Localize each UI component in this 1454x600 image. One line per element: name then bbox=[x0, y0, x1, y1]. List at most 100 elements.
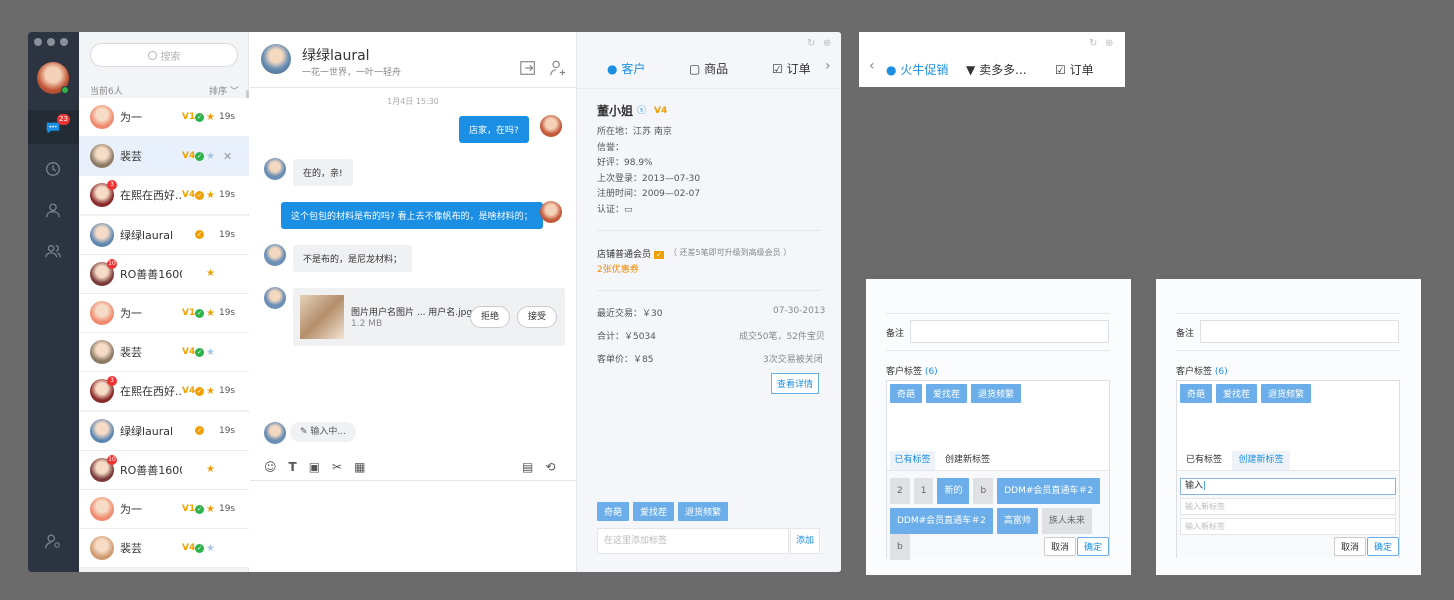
user-avatar[interactable] bbox=[37, 62, 69, 94]
tag-chip[interactable]: 奇葩 bbox=[890, 384, 923, 403]
refresh-icon[interactable]: ↻ bbox=[807, 38, 815, 49]
contact-avatar: 3 bbox=[90, 376, 117, 404]
tag-chip[interactable]: 2 bbox=[890, 478, 910, 504]
note-input[interactable] bbox=[910, 320, 1109, 343]
tag-chip[interactable]: 退货频繁 bbox=[678, 502, 729, 521]
tag-chip[interactable]: 奇葩 bbox=[597, 502, 630, 521]
contact-row[interactable]: 为一 V1 ✓ ★ 19s bbox=[79, 98, 249, 137]
contact-row[interactable]: 为一 V1 ✓ ★ 19s bbox=[79, 490, 249, 529]
window-minimize-dot[interactable] bbox=[47, 38, 55, 46]
tag-chip[interactable]: 爱找茬 bbox=[1216, 384, 1258, 403]
contact-row[interactable]: 裴芸 V4 ✓ ★ ✕ bbox=[79, 137, 249, 177]
contact-row[interactable]: 10 RO善善1600 ★ bbox=[79, 450, 249, 490]
star-icon[interactable]: ★ bbox=[206, 386, 215, 397]
sort-button[interactable]: 排序 ﹀ bbox=[209, 84, 239, 97]
tag-chip[interactable]: 高富帅 bbox=[996, 508, 1038, 534]
note-input[interactable] bbox=[1200, 320, 1399, 343]
contact-row[interactable]: 3 在熙在西好... V4 ✓ ★ 19s bbox=[79, 176, 249, 216]
add-icon[interactable]: ⊕ bbox=[1105, 38, 1113, 49]
star-icon[interactable]: ★ bbox=[206, 308, 215, 319]
tag-chip[interactable]: b bbox=[890, 534, 910, 560]
tag-chip[interactable]: 爱找茬 bbox=[633, 502, 675, 521]
ok-button[interactable]: 确定 bbox=[1077, 537, 1109, 556]
coupons-link[interactable]: 2张优惠券 bbox=[597, 262, 639, 275]
tab-create-tag[interactable]: 创建新标签 bbox=[945, 451, 990, 470]
ok-button[interactable]: 确定 bbox=[1367, 537, 1399, 556]
scissors-icon[interactable]: ✂ bbox=[332, 460, 342, 474]
tab-goods[interactable]: ▢ 商品 bbox=[689, 60, 728, 77]
tab-promo[interactable]: ● 火牛促销 bbox=[886, 61, 948, 78]
user-settings-icon[interactable] bbox=[41, 529, 65, 553]
star-icon[interactable]: ★ bbox=[206, 425, 215, 436]
add-icon[interactable]: ⊕ bbox=[823, 38, 831, 49]
star-icon[interactable]: ★ bbox=[206, 543, 215, 554]
record-icon[interactable]: ▤ bbox=[522, 460, 533, 474]
tag-chip[interactable]: DDM#会员直通车＃2 bbox=[890, 508, 993, 534]
quick-reply-icon[interactable]: ⟲ bbox=[545, 460, 555, 474]
reject-button[interactable]: 拒绝 bbox=[470, 306, 510, 328]
window-maximize-dot[interactable] bbox=[60, 38, 68, 46]
tab-customer[interactable]: ● 客户 bbox=[607, 60, 645, 77]
tag-chip[interactable]: 退货频繁 bbox=[971, 384, 1022, 403]
tag-chip[interactable]: 1 bbox=[913, 478, 934, 504]
contact-row[interactable]: 绿绿laural ✓★19s bbox=[79, 215, 249, 255]
message-input[interactable] bbox=[250, 481, 576, 572]
chat-icon[interactable]: 23 bbox=[41, 114, 70, 140]
transfer-icon[interactable] bbox=[519, 59, 537, 80]
tab-sell[interactable]: ▼ 卖多多... bbox=[966, 61, 1027, 78]
contact-row[interactable]: 3 在熙在西好... V4 ✓ ★ 19s bbox=[79, 372, 249, 412]
customer-details: 所在地：江苏 南京 信誉： 好评：98.9% 上次登录：2013—07-30 注… bbox=[597, 127, 701, 215]
emoji-icon[interactable]: ☺ bbox=[264, 460, 277, 474]
tab-orders[interactable]: ☑ 订单 bbox=[1055, 61, 1094, 78]
tag-chip[interactable]: DDM#会员直通车＃2 bbox=[997, 478, 1101, 504]
accept-button[interactable]: 接受 bbox=[517, 306, 557, 328]
add-tag-button[interactable]: 添加 bbox=[790, 528, 820, 554]
tab-existing-tags[interactable]: 已有标签 bbox=[1186, 451, 1222, 470]
contact-row[interactable]: 裴芸 V4 ✓ ★ bbox=[79, 333, 249, 373]
tab-orders[interactable]: ☑ 订单 bbox=[772, 60, 811, 77]
new-tag-input[interactable]: 输入新标签 bbox=[1180, 518, 1396, 535]
star-icon[interactable]: ★ bbox=[206, 151, 215, 162]
tag-chip[interactable]: b bbox=[973, 478, 994, 504]
tag-input[interactable]: 在这里添加标签 bbox=[597, 528, 789, 554]
contact-avatar bbox=[264, 287, 286, 309]
star-icon[interactable]: ★ bbox=[206, 464, 215, 475]
table-icon[interactable]: ▦ bbox=[354, 460, 365, 474]
view-details-button[interactable]: 查看详情 bbox=[771, 373, 820, 394]
tag-chip[interactable]: 族人未来 bbox=[1041, 508, 1092, 534]
image-icon[interactable]: ▣ bbox=[309, 460, 320, 474]
chevron-right-icon[interactable]: › bbox=[825, 58, 831, 74]
cancel-button[interactable]: 取消 bbox=[1334, 537, 1367, 556]
trade-total: 合计：￥5034 bbox=[597, 332, 656, 342]
new-tag-input[interactable]: 输入新标签 bbox=[1180, 498, 1396, 515]
history-icon[interactable] bbox=[41, 157, 65, 181]
tag-chip[interactable]: 退货频繁 bbox=[1261, 384, 1312, 403]
star-icon[interactable]: ★ bbox=[206, 112, 215, 123]
tag-chip[interactable]: 爱找茬 bbox=[926, 384, 968, 403]
tag-chip[interactable]: 新的 bbox=[937, 478, 970, 504]
star-icon[interactable]: ★ bbox=[206, 268, 215, 279]
star-icon[interactable]: ★ bbox=[206, 504, 215, 515]
new-tag-input[interactable]: 输入| bbox=[1180, 478, 1396, 495]
add-contact-icon[interactable] bbox=[549, 59, 567, 80]
star-icon[interactable]: ★ bbox=[206, 347, 215, 358]
star-icon[interactable]: ★ bbox=[206, 190, 215, 201]
star-icon[interactable]: ★ bbox=[206, 229, 215, 240]
contact-row[interactable]: 绿绿laural ✓★19s bbox=[79, 411, 249, 451]
chevron-left-icon[interactable]: ‹ bbox=[869, 58, 875, 74]
window-close-dot[interactable] bbox=[34, 38, 42, 46]
contact-row[interactable]: 10 RO善善1600 ★ bbox=[79, 254, 249, 294]
status-icon: ✓ bbox=[195, 190, 204, 200]
contact-row[interactable]: 裴芸 V4 ✓ ★ bbox=[79, 529, 249, 569]
search-input[interactable]: 搜索 bbox=[90, 43, 238, 67]
refresh-icon[interactable]: ↻ bbox=[1089, 38, 1097, 49]
tag-chip[interactable]: 奇葩 bbox=[1180, 384, 1213, 403]
contact-row[interactable]: 为一 V1 ✓ ★ 19s bbox=[79, 294, 249, 333]
tab-existing-tags[interactable]: 已有标签 bbox=[890, 451, 935, 470]
cancel-button[interactable]: 取消 bbox=[1044, 537, 1077, 556]
contact-icon[interactable] bbox=[41, 198, 65, 222]
tab-create-tag[interactable]: 创建新标签 bbox=[1232, 451, 1290, 470]
close-icon[interactable]: ✕ bbox=[223, 150, 232, 163]
group-icon[interactable] bbox=[41, 239, 65, 263]
font-icon[interactable]: T bbox=[289, 460, 297, 474]
